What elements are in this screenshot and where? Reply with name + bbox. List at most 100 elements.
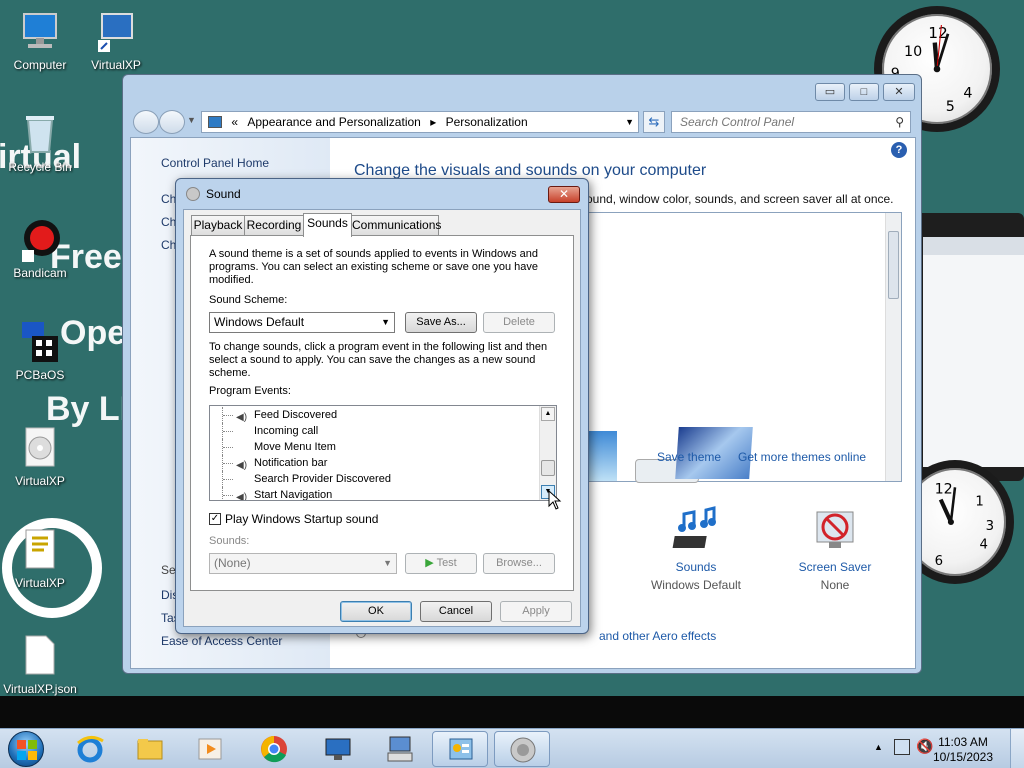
list-item[interactable]: Search Provider Discovered xyxy=(210,471,540,487)
cancel-button[interactable]: Cancel xyxy=(420,601,492,622)
desktop-icon-pcbaos[interactable]: PCBaOS xyxy=(0,320,80,382)
test-button[interactable]: ▶ Test xyxy=(405,553,477,574)
internet-explorer-icon xyxy=(77,736,104,763)
taskbar-virtualxp[interactable] xyxy=(310,731,366,767)
desktop-icon-computer[interactable]: Computer xyxy=(0,10,80,72)
tab-communications[interactable]: Communications xyxy=(351,215,441,235)
monitor-icon xyxy=(325,738,351,760)
get-more-themes-link[interactable]: Get more themes online xyxy=(738,450,866,464)
maximize-button[interactable]: □ xyxy=(849,83,879,101)
sounds-item[interactable]: Sounds Windows Default xyxy=(641,506,751,592)
mouse-cursor-icon xyxy=(548,490,562,510)
desktop-icon-virtualxp-disc[interactable]: VirtualXP xyxy=(0,426,80,488)
desktop-icon-virtualxp-json[interactable]: VirtualXP.json xyxy=(0,634,80,696)
scroll-up-icon[interactable]: ▲ xyxy=(541,407,555,421)
desktop-icon-label: Recycle Bin xyxy=(8,160,72,174)
taskbar-control-panel[interactable] xyxy=(432,731,488,767)
list-item[interactable]: ◀) Notification bar xyxy=(210,455,540,471)
desktop-icon-virtualxp-script[interactable]: VirtualXP xyxy=(0,528,80,590)
program-events-list[interactable]: ◀) Feed Discovered Incoming call Move Me… xyxy=(209,405,557,501)
svg-text:3: 3 xyxy=(986,519,994,534)
taskbar-media-player[interactable] xyxy=(182,731,238,767)
search-box[interactable]: Search Control Panel ⚲ xyxy=(671,111,911,133)
taskbar-internet-explorer[interactable] xyxy=(62,731,118,767)
taskbar-chrome[interactable] xyxy=(246,731,302,767)
startup-sound-label[interactable]: Play Windows Startup sound xyxy=(225,513,575,526)
minimize-button[interactable]: ▭ xyxy=(815,83,845,101)
desktop-icon-virtualxp[interactable]: VirtualXP xyxy=(76,10,156,72)
list-item[interactable]: ◀) Start Navigation xyxy=(210,487,540,500)
svg-text:10: 10 xyxy=(904,44,922,60)
list-item[interactable]: Move Menu Item xyxy=(210,439,540,455)
svg-text:5: 5 xyxy=(946,99,955,115)
computer-icon xyxy=(18,10,62,54)
theme-list[interactable] xyxy=(580,212,902,483)
startup-sound-checkbox[interactable]: ✓ xyxy=(209,513,221,525)
svg-text:6: 6 xyxy=(935,554,943,569)
list-item[interactable]: Incoming call xyxy=(210,423,540,439)
theme-scrollbar[interactable] xyxy=(885,213,901,481)
network-icon[interactable] xyxy=(894,739,910,755)
taskbar-date[interactable]: 10/15/2023 xyxy=(928,750,998,764)
aero-effects-link[interactable]: and other Aero effects xyxy=(599,629,716,643)
search-icon[interactable]: ⚲ xyxy=(895,112,904,132)
breadcrumb-personalization[interactable]: Personalization xyxy=(446,115,528,129)
desktop: irtual Free Oper By LI Computer VirtualX… xyxy=(0,0,1024,728)
apply-button[interactable]: Apply xyxy=(500,601,572,622)
taskbar-file-explorer[interactable] xyxy=(122,731,178,767)
taskbar-time[interactable]: 11:03 AM xyxy=(928,735,998,749)
control-panel-icon xyxy=(449,738,473,760)
desktop-icon-recycle-bin[interactable]: Recycle Bin xyxy=(0,112,80,174)
speaker-icon xyxy=(510,737,536,763)
svg-text:12: 12 xyxy=(935,481,953,497)
close-button[interactable]: ✕ xyxy=(883,83,915,101)
tab-playback[interactable]: Playback xyxy=(191,215,245,235)
save-as-button[interactable]: Save As... xyxy=(405,312,477,333)
address-prefix[interactable]: « xyxy=(231,115,238,129)
sound-scheme-select[interactable]: Windows Default ▼ xyxy=(209,312,395,333)
chevron-down-icon: ▼ xyxy=(381,317,390,327)
list-item[interactable]: ◀) Feed Discovered xyxy=(210,407,540,423)
forward-button[interactable] xyxy=(159,110,185,134)
desktop-icon-label: Bandicam xyxy=(13,266,67,280)
ok-button[interactable]: OK xyxy=(340,601,412,622)
delete-button[interactable]: Delete xyxy=(483,312,555,333)
breadcrumb-appearance[interactable]: Appearance and Personalization xyxy=(247,115,420,129)
disc-file-icon xyxy=(18,426,62,470)
address-bar[interactable]: « Appearance and Personalization ▸ Perso… xyxy=(201,111,639,133)
show-hidden-icons-icon[interactable]: ▲ xyxy=(874,742,883,752)
events-scrollbar[interactable]: ▲ ▼ xyxy=(539,406,556,500)
save-theme-link[interactable]: Save theme xyxy=(657,450,721,464)
desktop-icon-label: VirtualXP.json xyxy=(3,682,77,696)
help-icon[interactable]: ? xyxy=(891,142,907,158)
recycle-bin-icon xyxy=(18,112,62,156)
speaker-icon xyxy=(186,187,200,201)
svg-text:4: 4 xyxy=(979,538,987,553)
show-desktop-button[interactable] xyxy=(1010,729,1024,768)
control-panel-titlebar[interactable]: ▭ □ ✕ xyxy=(123,75,921,109)
address-dropdown-icon[interactable]: ▼ xyxy=(625,112,634,132)
scrollbar-thumb[interactable] xyxy=(541,460,555,476)
search-input[interactable]: Search Control Panel xyxy=(680,115,794,129)
desktop-icon-label: PCBaOS xyxy=(15,368,65,382)
sounds-select[interactable]: (None) ▼ xyxy=(209,553,397,574)
start-button[interactable] xyxy=(8,731,44,767)
recent-pages-chevron-icon[interactable]: ▼ xyxy=(187,115,196,125)
control-panel-home-link[interactable]: Control Panel Home xyxy=(161,156,269,170)
refresh-button[interactable]: ⇆ xyxy=(643,111,665,133)
back-button[interactable] xyxy=(133,110,159,134)
ease-of-access-link[interactable]: Ease of Access Center xyxy=(161,634,282,648)
taskbar-sound[interactable] xyxy=(494,731,550,767)
browse-button[interactable]: Browse... xyxy=(483,553,555,574)
control-panel-icon xyxy=(208,116,222,128)
desktop-icon-bandicam[interactable]: Bandicam xyxy=(0,218,80,280)
taskbar-pcbaos[interactable] xyxy=(372,731,428,767)
program-events-label: Program Events: xyxy=(209,385,291,397)
tab-recording[interactable]: Recording xyxy=(244,215,304,235)
svg-text:1: 1 xyxy=(975,495,983,510)
screen-saver-item[interactable]: Screen Saver None xyxy=(780,506,890,592)
navigation-bar: ▼ « Appearance and Personalization ▸ Per… xyxy=(131,109,917,135)
dialog-close-button[interactable]: ✕ xyxy=(548,186,580,203)
tab-sounds[interactable]: Sounds xyxy=(303,213,352,237)
background-window xyxy=(905,213,1024,481)
